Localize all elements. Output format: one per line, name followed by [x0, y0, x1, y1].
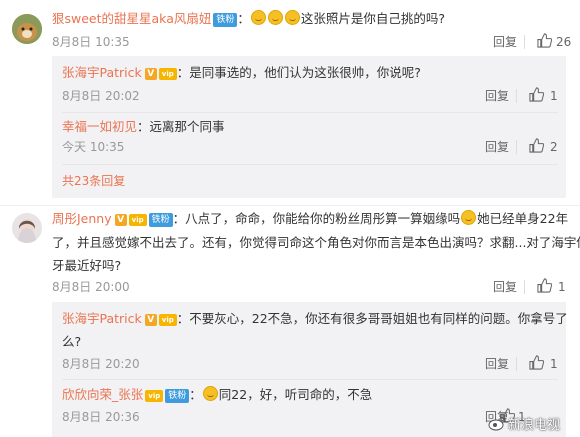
reply-button[interactable]: 回复	[485, 356, 509, 372]
vip-icon: vip	[158, 68, 177, 80]
reply-text: 同22，好，听司命的，不急	[218, 387, 373, 402]
like-count: 1	[558, 280, 566, 294]
divider	[524, 280, 525, 294]
timestamp: 8月8日 20:02	[62, 89, 140, 103]
divider	[62, 112, 558, 113]
timestamp: 8月8日 20:20	[62, 357, 140, 371]
reply-text: 么?	[62, 334, 82, 349]
reply-button[interactable]: 回复	[485, 139, 509, 155]
vip-icon: vip	[158, 314, 177, 326]
emoji-icon	[461, 210, 477, 225]
fan-badge: 铁粉	[213, 13, 238, 27]
comment-text: 了，并且感觉嫁不出去了。还有，你觉得司命这个角色对你而言是本色出演吗？求翻...…	[52, 235, 580, 250]
divider	[516, 89, 517, 103]
verified-icon: V	[144, 314, 157, 326]
comment-text: 这张照片是你自己挑的吗?	[300, 11, 446, 26]
watermark: 新浪电视	[508, 418, 561, 433]
verified-icon: V	[144, 68, 157, 80]
like-count: 26	[556, 35, 572, 49]
comment-text: 八点了，命命，你能给你的粉丝周彤算一算姻缘吗	[185, 211, 461, 226]
timestamp: 今天 10:35	[62, 140, 125, 154]
reply-text: 是同事选的，他们认为这张很帅，你说呢?	[189, 65, 421, 80]
thumbs-up-icon[interactable]	[529, 138, 544, 153]
thumbs-up-icon[interactable]	[529, 87, 544, 102]
divider	[0, 205, 580, 206]
timestamp: 8月8日 20:36	[62, 410, 140, 424]
avatar[interactable]	[12, 14, 42, 44]
verified-icon: V	[114, 214, 127, 226]
reply-body: 幸福一如初见：远离那个同事	[62, 119, 225, 134]
comment-body: 狠sweet的甜星星aka风扇妞 铁粉：这张照片是你自己挑的吗?	[52, 10, 446, 27]
username[interactable]: 张海宇Patrick	[62, 311, 142, 326]
vip-icon: vip	[145, 390, 164, 402]
timestamp: 8月8日 20:00	[52, 280, 130, 294]
avatar[interactable]	[12, 213, 42, 243]
divider	[62, 164, 558, 165]
reply-body: 张海宇Patrick Vvip ：不要灰心，22不急，你还有很多哥哥姐姐也有同样的问…	[62, 311, 568, 326]
username[interactable]: 幸福一如初见	[62, 119, 137, 134]
reply-button[interactable]: 回复	[485, 88, 509, 104]
emoji-icon	[267, 10, 283, 25]
more-replies-link[interactable]: 共23条回复	[62, 173, 125, 189]
like-count: 2	[550, 140, 558, 154]
like-count: 1	[550, 357, 558, 371]
like-count: 1	[550, 89, 558, 103]
emoji-icon	[202, 386, 218, 401]
weibo-logo-icon	[488, 416, 506, 431]
reply-text: 不要灰心，22不急，你还有很多哥哥姐姐也有同样的问题。你拿号了	[189, 311, 568, 326]
comment-text: 她已经单身22年	[477, 211, 569, 226]
timestamp: 8月8日 10:35	[52, 35, 130, 49]
divider	[524, 35, 525, 49]
thumbs-up-icon[interactable]	[529, 355, 544, 370]
username[interactable]: 周彤Jenny	[52, 211, 112, 226]
divider	[516, 140, 517, 154]
vip-icon: vip	[128, 214, 147, 226]
emoji-icon	[284, 10, 300, 25]
reply-body: 欣欣向荣_张张 vip 铁粉：同22，好，听司命的，不急	[62, 386, 373, 403]
username[interactable]: 张海宇Patrick	[62, 65, 142, 80]
reply-button[interactable]: 回复	[493, 279, 517, 295]
comment-text: 牙最近好吗?	[52, 258, 122, 273]
reply-body: 张海宇Patrick Vvip ：是同事选的，他们认为这张很帅，你说呢?	[62, 65, 421, 80]
username[interactable]: 狠sweet的甜星星aka风扇妞	[52, 11, 211, 26]
divider	[62, 379, 558, 380]
comment-body: 周彤Jenny Vvip 铁粉 ：八点了，命命，你能给你的粉丝周彤算一算姻缘吗 她已经单…	[52, 210, 569, 227]
reply-button[interactable]: 回复	[493, 34, 517, 50]
reply-text: 远离那个同事	[149, 119, 225, 134]
thumbs-up-icon[interactable]	[537, 278, 552, 293]
emoji-icon	[250, 10, 266, 25]
fan-badge: 铁粉	[165, 389, 190, 403]
divider	[516, 357, 517, 371]
thumbs-up-icon[interactable]	[537, 33, 552, 48]
fan-badge: 铁粉	[148, 213, 173, 227]
username[interactable]: 欣欣向荣_张张	[62, 387, 143, 402]
